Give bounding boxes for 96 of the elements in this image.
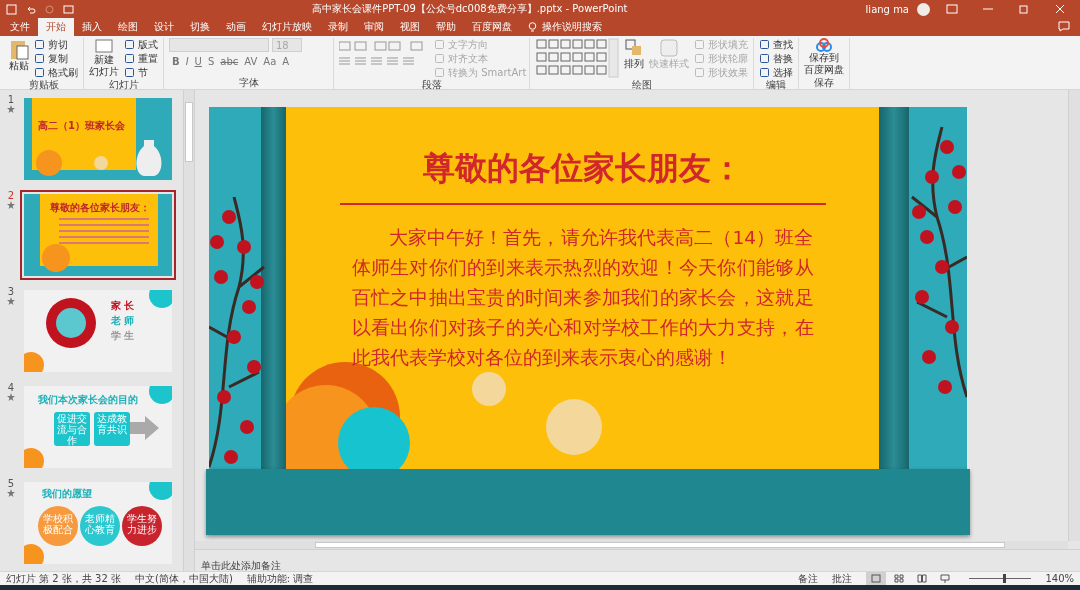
slides-button[interactable]: 节 — [124, 66, 158, 79]
user-name: liang ma — [865, 3, 909, 15]
thumbnail-text: 家 长 — [111, 300, 135, 311]
new-slide-button[interactable]: 新建 幻灯片 — [89, 38, 119, 78]
save-icon — [6, 3, 17, 15]
wish-circle: 老师精心教育 — [80, 506, 120, 546]
horizontal-scrollbar[interactable] — [195, 541, 1068, 549]
scrollbar[interactable] — [183, 90, 194, 571]
thumbnail-text: 学 生 — [111, 330, 135, 341]
ribbon-tab[interactable]: 文件 — [2, 18, 38, 36]
vase-drawing — [134, 138, 164, 178]
group-label: 段落 — [420, 79, 443, 91]
comments-icon[interactable] — [1058, 21, 1070, 32]
zoom-level[interactable]: 140% — [1045, 573, 1074, 584]
scroll-thumb[interactable] — [315, 542, 1005, 548]
group-label: 保存 — [813, 77, 835, 89]
window-title: 高中家长会课件PPT-09【公众号dc008免费分享】.pptx - PowerPoint — [311, 2, 629, 16]
format-button[interactable]: B — [169, 56, 183, 67]
slide-number: 5 — [7, 478, 15, 489]
status-text: 辅助功能: 调查 — [246, 571, 314, 586]
group-label: 绘图 — [630, 79, 653, 91]
cloud-icon — [814, 38, 834, 52]
thumbnail-text: 老 师 — [111, 315, 135, 326]
ribbon-tab[interactable]: 插入 — [74, 18, 110, 36]
format-button[interactable]: Aa — [260, 56, 280, 67]
format-button[interactable]: U — [191, 56, 205, 67]
thumbnail-text: 尊敬的各位家长朋友： — [50, 202, 150, 213]
slides-button[interactable]: 版式 — [124, 38, 158, 51]
ribbon-tab[interactable]: 录制 — [320, 18, 356, 36]
slide-number: 2 — [7, 190, 15, 201]
slide-number: 3 — [7, 286, 15, 297]
format-button[interactable]: I — [182, 56, 192, 67]
decor-circle — [546, 399, 602, 455]
editing-button[interactable]: 替换 — [759, 52, 793, 65]
editing-button[interactable]: 查找 — [759, 38, 793, 51]
group-label: 字体 — [237, 77, 260, 89]
notes-button[interactable]: 备注 — [798, 571, 819, 586]
format-button[interactable]: abc — [217, 56, 242, 67]
ribbon-tab[interactable]: 动画 — [218, 18, 254, 36]
decor-circle — [36, 150, 62, 176]
paste-button[interactable]: 粘贴 — [9, 38, 29, 72]
ribbon-tab[interactable]: 百度网盘 — [464, 18, 520, 36]
format-button[interactable]: A — [279, 56, 293, 67]
notes-placeholder: 单击此处添加备注 — [201, 560, 281, 571]
font-name-field[interactable] — [169, 38, 269, 52]
clipboard-button[interactable]: 格式刷 — [34, 66, 78, 79]
ribbon-tab[interactable]: 视图 — [392, 18, 428, 36]
group-label: 编辑 — [765, 79, 787, 91]
editing-button[interactable]: 选择 — [759, 66, 793, 79]
decor-circle — [42, 244, 70, 272]
format-button[interactable]: S — [204, 56, 218, 67]
slide-thumbnail[interactable]: 家 长 老 师 学 生 — [24, 290, 172, 372]
thumbnail-text: 高二（1）班家长会 — [38, 120, 125, 131]
clipboard-button[interactable]: 复制 — [34, 52, 78, 65]
status-text: 中文(简体，中国大陆) — [135, 571, 233, 586]
decor-circle — [472, 372, 506, 406]
slide-thumbnail[interactable]: 尊敬的各位家长朋友： — [24, 194, 172, 276]
notes-pane[interactable]: 单击此处添加备注 — [195, 549, 1080, 571]
clipboard-button[interactable]: 剪切 — [34, 38, 78, 51]
process-box: 达成教育共识 — [94, 412, 130, 446]
process-box: 促进交流与合作 — [54, 412, 90, 446]
scroll-thumb[interactable] — [185, 102, 193, 162]
ribbon-tab[interactable]: 设计 — [146, 18, 182, 36]
tell-me-search[interactable]: 操作说明搜索 — [520, 18, 610, 36]
ribbon-tab[interactable]: 切换 — [182, 18, 218, 36]
thumbnail-text: 我们本次家长会的目的 — [38, 394, 138, 405]
avatar[interactable] — [917, 2, 930, 16]
view-button[interactable] — [866, 572, 887, 585]
slide-title: 尊敬的各位家长朋友： — [422, 148, 743, 189]
status-text: 幻灯片 第 2 张，共 32 张 — [6, 571, 121, 586]
slide-paragraph: 大家中午好！首先，请允许我代表高二（14）班全体师生对你们的到来表示热烈的欢迎！今天你们能够从百忙之中抽出宝贵的时间来参加我们的家长会，这就足以看出你们对孩子的关心和对学校工作的大力支持，在此我代表学校对各位的到来表示衷心的感谢！ — [351, 226, 814, 370]
thumbnail-text: 我们的愿望 — [42, 488, 92, 499]
ribbon-tab[interactable]: 帮助 — [428, 18, 464, 36]
lightbulb-icon — [528, 21, 537, 33]
ribbon-tab[interactable]: 绘图 — [110, 18, 146, 36]
group-label: 幻灯片 — [107, 79, 140, 91]
comments-button[interactable]: 批注 — [832, 571, 853, 586]
slide-thumbnail[interactable]: 高二（1）班家长会 — [24, 98, 172, 180]
slide-thumbnail[interactable]: 我们的愿望 学校积极配合 老师精心教育 学生努力进步 — [24, 482, 172, 564]
slide-number: 4 — [7, 382, 15, 393]
slide-number: 1 — [7, 94, 15, 105]
slides-button[interactable]: 重置 — [124, 52, 158, 65]
decor-circle — [338, 407, 410, 469]
scrollbar[interactable] — [1068, 90, 1080, 541]
ribbon-tab[interactable]: 开始 — [38, 18, 74, 36]
group-label: 剪贴板 — [27, 79, 60, 91]
format-button[interactable]: AV — [241, 56, 261, 67]
wish-circle: 学生努力进步 — [122, 506, 162, 546]
ribbon-tab[interactable]: 幻灯片放映 — [254, 18, 320, 36]
wish-circle: 学校积极配合 — [38, 506, 78, 546]
ribbon-tab[interactable]: 审阅 — [356, 18, 392, 36]
save-to-cloud-button[interactable]: 保存到 百度网盘 — [804, 38, 844, 76]
slideshow-icon — [63, 3, 74, 15]
arrange-icon — [624, 38, 644, 58]
arrange-button[interactable]: 排列 — [624, 38, 644, 70]
shapes-gallery[interactable] — [535, 38, 619, 78]
